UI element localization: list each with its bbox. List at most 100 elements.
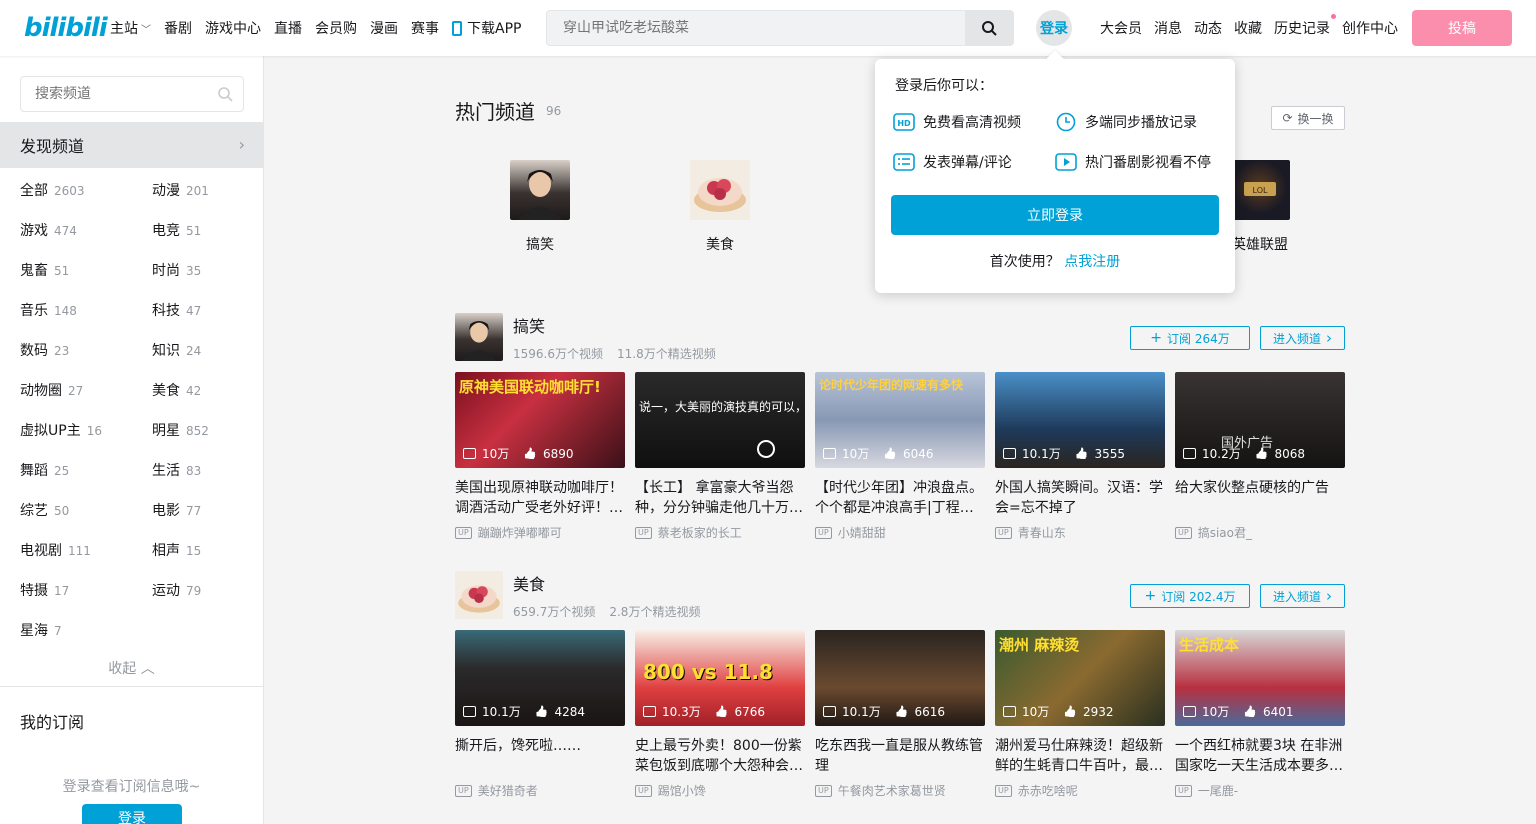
video-title[interactable]: 外国人搞笑瞬间。汉语：学会=忘不掉了 [995, 478, 1165, 518]
video-card[interactable]: 潮州 麻辣烫 10万 👍 2932 潮州爱马仕麻辣烫！超级新鲜的生蚝青口牛百叶，最… UP… [995, 630, 1165, 799]
video-title[interactable]: 【时代少年团】冲浪盘点。个个都是冲浪高手|丁程… [815, 478, 985, 518]
video-cover[interactable]: 国外广告 10.2万 👍 8068 [1175, 372, 1345, 468]
uploader[interactable]: UP 小婧甜甜 [815, 524, 985, 541]
section-avatar[interactable] [455, 313, 503, 361]
video-card[interactable]: 10.1万 👍 4284 撕开后，馋死啦…… UP 美好猎奇者 [455, 630, 625, 799]
nav-dynamics[interactable]: 动态 [1194, 18, 1222, 38]
uploader[interactable]: UP 美好猎奇者 [455, 782, 625, 799]
channel-search-input[interactable] [35, 77, 215, 111]
category-item[interactable]: 电竞 51 [152, 220, 201, 240]
search-button[interactable] [965, 11, 1013, 45]
enter-channel-button[interactable]: 进入频道 › [1260, 584, 1345, 608]
nav-manga[interactable]: 漫画 [370, 18, 398, 38]
category-item[interactable]: 特摄 17 [20, 580, 69, 600]
upload-button[interactable]: 投稿 [1412, 10, 1512, 46]
nav-favorites[interactable]: 收藏 [1234, 18, 1262, 38]
uploader[interactable]: UP 踢馆小馋 [635, 782, 805, 799]
category-item[interactable]: 虚拟UP主 16 [20, 420, 102, 440]
section-title[interactable]: 搞笑 [513, 313, 545, 337]
uploader[interactable]: UP 搞siao君_ [1175, 524, 1345, 541]
uploader[interactable]: UP 蔡老板家的长工 [635, 524, 805, 541]
collapse-button[interactable]: 收起 ︿ [0, 658, 263, 678]
category-item[interactable]: 音乐 148 [20, 300, 77, 320]
video-title[interactable]: 给大家伙整点硬核的广告 [1175, 478, 1345, 518]
video-cover[interactable]: 10.1万 👍 3555 [995, 372, 1165, 468]
category-item[interactable]: 知识 24 [152, 340, 201, 360]
uploader[interactable]: UP 青春山东 [995, 524, 1165, 541]
enter-channel-button[interactable]: 进入频道 › [1260, 326, 1345, 350]
video-title[interactable]: 吃东西我一直是服从教练管理 [815, 736, 985, 776]
nav-esports[interactable]: 赛事 [411, 18, 439, 38]
search-input[interactable] [563, 11, 953, 45]
category-item[interactable]: 鬼畜 51 [20, 260, 69, 280]
hot-channel-item[interactable]: 美食 [675, 160, 765, 254]
nav-download-app[interactable]: 下载APP [452, 18, 521, 38]
video-cover[interactable]: 潮州 麻辣烫 10万 👍 2932 [995, 630, 1165, 726]
video-card[interactable]: 论时代少年团的网速有多快 10万 👍 6046 【时代少年团】冲浪盘点。个个都是冲浪高手… [815, 372, 985, 541]
category-item[interactable]: 电影 77 [152, 500, 201, 520]
video-cover[interactable]: 生活成本 10万 👍 6401 [1175, 630, 1345, 726]
subscribe-button[interactable]: + 订阅 264万 [1130, 326, 1250, 350]
category-item[interactable]: 全部 2603 [20, 180, 85, 200]
video-title[interactable]: 一个西红柿就要3块 在非洲国家吃一天生活成本要多… [1175, 736, 1345, 776]
uploader[interactable]: UP 午餐肉艺术家葛世贤 [815, 782, 985, 799]
nav-live[interactable]: 直播 [274, 18, 302, 38]
category-item[interactable]: 数码 23 [20, 340, 69, 360]
sidebar-login-button[interactable]: 登录 [82, 804, 182, 824]
popup-login-button[interactable]: 立即登录 [891, 195, 1219, 235]
section-avatar[interactable] [455, 571, 503, 619]
video-cover[interactable]: 说一，大美丽的演技真的可以， [635, 372, 805, 468]
nav-creator-center[interactable]: 创作中心 [1342, 18, 1398, 38]
category-item[interactable]: 科技 47 [152, 300, 201, 320]
category-item[interactable]: 舞蹈 25 [20, 460, 69, 480]
video-title[interactable]: 史上最亏外卖！800一份紫菜包饭到底哪个大怨种会… [635, 736, 805, 776]
uploader[interactable]: UP 赤赤吃啥呢 [995, 782, 1165, 799]
discover-channels[interactable]: 发现频道 › [0, 122, 263, 168]
category-item[interactable]: 相声 15 [152, 540, 201, 560]
uploader[interactable]: UP 一尾鹿- [1175, 782, 1345, 799]
category-item[interactable]: 动漫 201 [152, 180, 209, 200]
video-title[interactable]: 潮州爱马仕麻辣烫！超级新鲜的生蚝青口牛百叶，最… [995, 736, 1165, 776]
nav-messages[interactable]: 消息 [1154, 18, 1182, 38]
video-title[interactable]: 美国出现原神联动咖啡厅！调酒活动广受老外好评！… [455, 478, 625, 518]
video-card[interactable]: 国外广告 10.2万 👍 8068 给大家伙整点硬核的广告 UP 搞siao君_ [1175, 372, 1345, 541]
video-card[interactable]: 800 vs 11.8 10.3万 👍 6766 史上最亏外卖！800一份紫菜包饭到底哪… [635, 630, 805, 799]
category-item[interactable]: 生活 83 [152, 460, 201, 480]
nav-home[interactable]: 主站 ﹀ [110, 18, 151, 38]
video-cover[interactable]: 800 vs 11.8 10.3万 👍 6766 [635, 630, 805, 726]
register-link[interactable]: 点我注册 [1064, 254, 1120, 270]
hot-channel-item[interactable]: 搞笑 [495, 160, 585, 254]
video-card[interactable]: 10.1万 👍 3555 外国人搞笑瞬间。汉语：学会=忘不掉了 UP 青春山东 [995, 372, 1165, 541]
video-cover[interactable]: 论时代少年团的网速有多快 10万 👍 6046 [815, 372, 985, 468]
bilibili-logo[interactable]: bilibili [24, 12, 108, 44]
category-item[interactable]: 游戏 474 [20, 220, 77, 240]
category-item[interactable]: 电视剧 111 [20, 540, 91, 560]
nav-game-center[interactable]: 游戏中心 [205, 18, 261, 38]
video-title[interactable]: 【长工】 拿富豪大爷当怨种，分分钟骗走他几十万… [635, 478, 805, 518]
video-cover[interactable]: 10.1万 👍 6616 [815, 630, 985, 726]
category-item[interactable]: 动物圈 27 [20, 380, 83, 400]
category-item[interactable]: 星海 7 [20, 620, 62, 640]
video-card[interactable]: 10.1万 👍 6616 吃东西我一直是服从教练管理 UP 午餐肉艺术家葛世贤 [815, 630, 985, 799]
subscribe-button[interactable]: + 订阅 202.4万 [1130, 584, 1250, 608]
video-card[interactable]: 生活成本 10万 👍 6401 一个西红柿就要3块 在非洲国家吃一天生活成本要多… UP 一… [1175, 630, 1345, 799]
video-card[interactable]: 说一，大美丽的演技真的可以， 【长工】 拿富豪大爷当怨种，分分钟骗走他几十万… UP… [635, 372, 805, 541]
search-icon[interactable] [217, 86, 233, 102]
login-avatar-button[interactable]: 登录 [1036, 10, 1072, 46]
refresh-button[interactable]: ⟳ 换一换 [1271, 106, 1345, 130]
video-cover[interactable]: 10.1万 👍 4284 [455, 630, 625, 726]
category-item[interactable]: 运动 79 [152, 580, 201, 600]
section-title[interactable]: 美食 [513, 571, 545, 595]
category-item[interactable]: 综艺 50 [20, 500, 69, 520]
uploader[interactable]: UP 蹦蹦炸弹嘟嘟可 [455, 524, 625, 541]
nav-vip[interactable]: 大会员 [1100, 18, 1142, 38]
category-item[interactable]: 美食 42 [152, 380, 201, 400]
nav-history[interactable]: 历史记录 [1274, 14, 1336, 38]
category-item[interactable]: 时尚 35 [152, 260, 201, 280]
video-title[interactable]: 撕开后，馋死啦…… [455, 736, 625, 776]
category-item[interactable]: 明星 852 [152, 420, 209, 440]
nav-anime[interactable]: 番剧 [164, 18, 192, 38]
video-card[interactable]: 原神美国联动咖啡厅! 10万 👍 6890 美国出现原神联动咖啡厅！调酒活动广受老外好评… [455, 372, 625, 541]
video-cover[interactable]: 原神美国联动咖啡厅! 10万 👍 6890 [455, 372, 625, 468]
nav-mall[interactable]: 会员购 [315, 18, 357, 38]
